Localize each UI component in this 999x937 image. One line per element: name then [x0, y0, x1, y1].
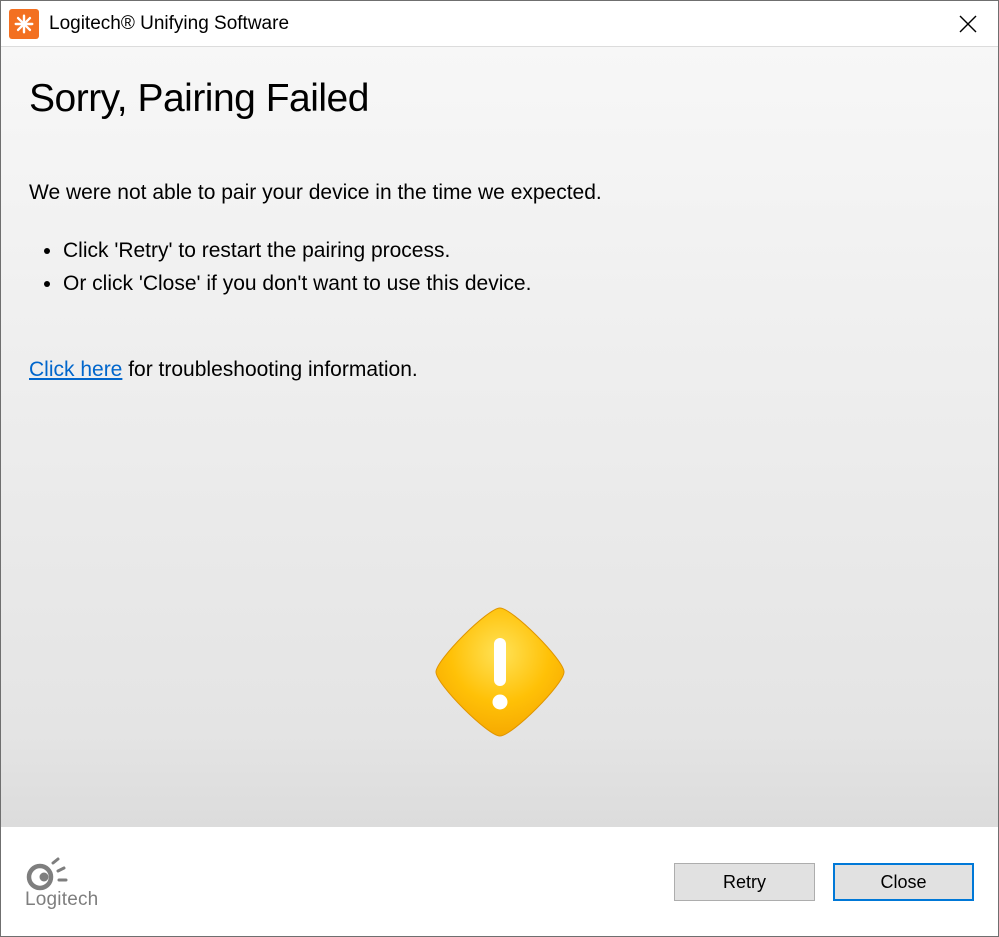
content-area: Sorry, Pairing Failed We were not able t…	[1, 47, 998, 827]
logitech-eye-icon	[25, 853, 71, 891]
page-heading: Sorry, Pairing Failed	[29, 77, 978, 121]
window-close-button[interactable]	[938, 1, 998, 46]
brand-text: Logitech	[25, 889, 98, 911]
troubleshoot-text: for troubleshooting information.	[122, 358, 417, 381]
close-button[interactable]: Close	[833, 863, 974, 901]
instruction-item: Click 'Retry' to restart the pairing pro…	[63, 235, 978, 268]
window-title: Logitech® Unifying Software	[49, 13, 938, 35]
app-window: Logitech® Unifying Software Sorry, Pairi…	[0, 0, 999, 937]
troubleshoot-line: Click here for troubleshooting informati…	[29, 358, 978, 382]
footer: Logitech Retry Close	[1, 827, 998, 936]
instruction-list: Click 'Retry' to restart the pairing pro…	[29, 235, 978, 300]
logitech-logo: Logitech	[25, 853, 98, 911]
retry-button[interactable]: Retry	[674, 863, 815, 901]
warning-icon	[430, 602, 570, 747]
instruction-item: Or click 'Close' if you don't want to us…	[63, 268, 978, 301]
unifying-asterisk-icon	[9, 9, 39, 39]
titlebar: Logitech® Unifying Software	[1, 1, 998, 47]
troubleshoot-link[interactable]: Click here	[29, 358, 122, 381]
close-icon	[959, 15, 977, 33]
error-message: We were not able to pair your device in …	[29, 179, 978, 207]
